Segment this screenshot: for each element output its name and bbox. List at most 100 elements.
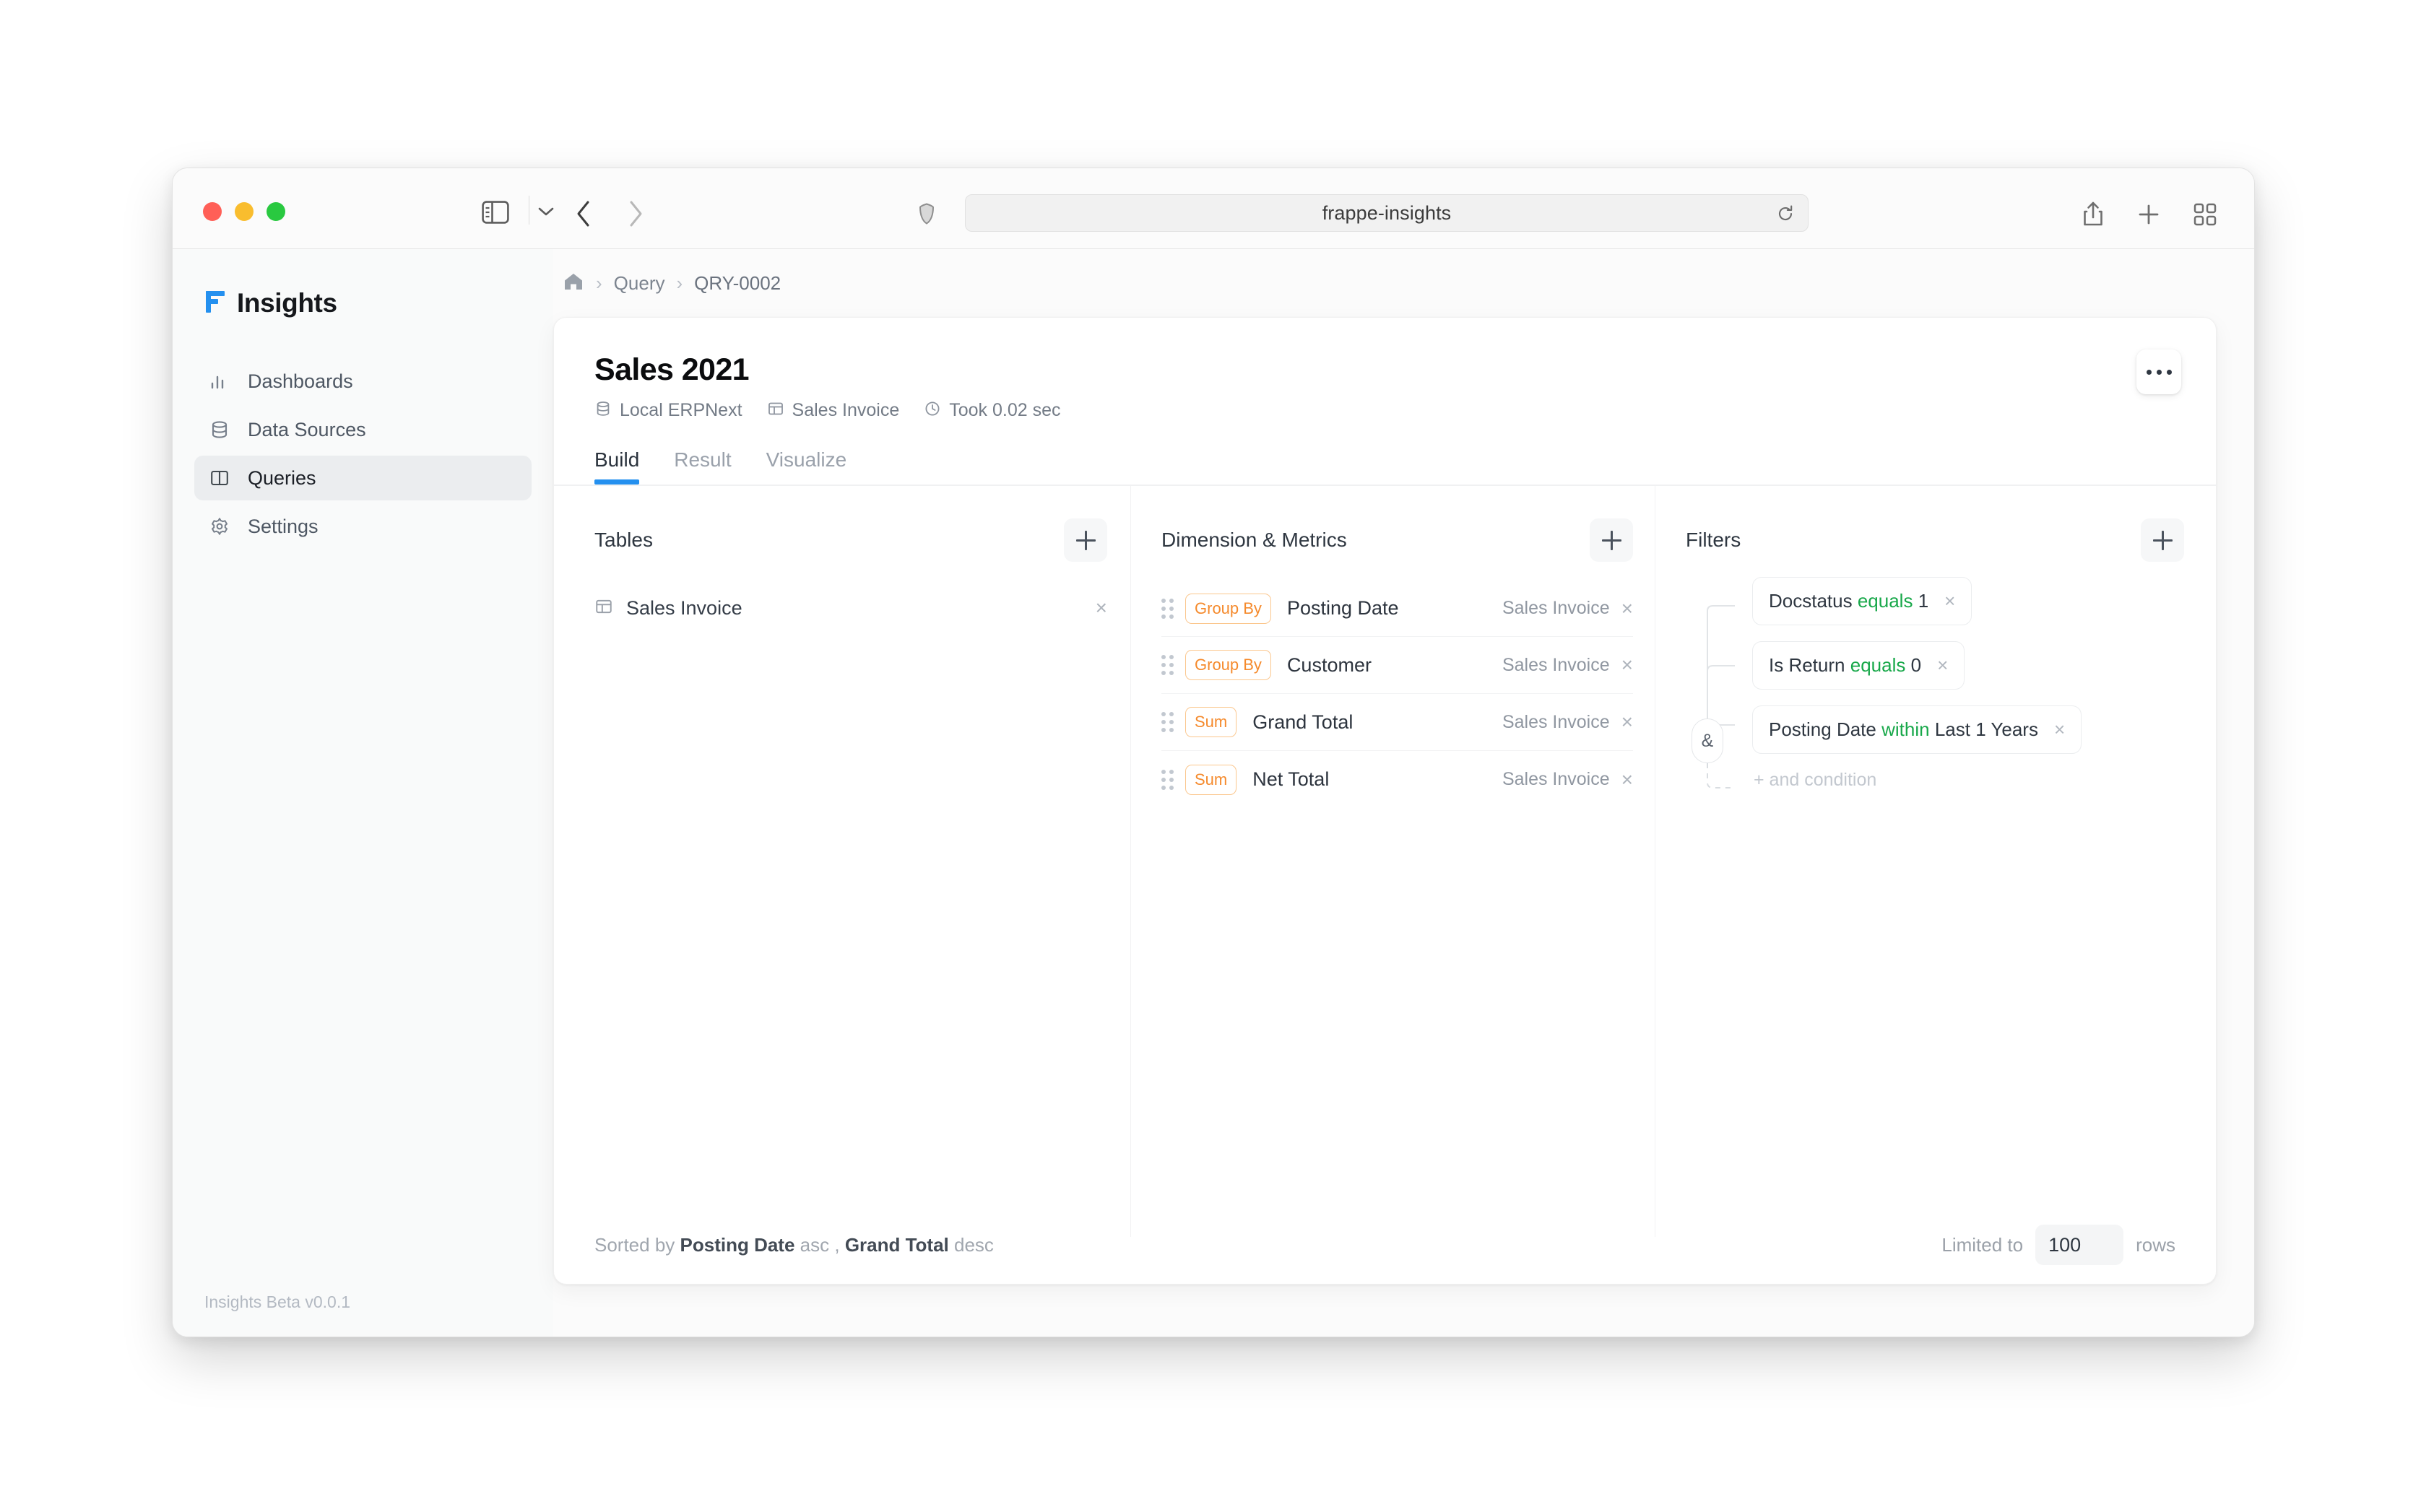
tab-result[interactable]: Result bbox=[674, 448, 731, 485]
dimension-row[interactable]: Sum Grand Total Sales Invoice × bbox=[1161, 694, 1633, 751]
add-dimension-button[interactable] bbox=[1590, 518, 1633, 562]
tables-panel-title: Tables bbox=[594, 529, 653, 551]
filter-operator-node[interactable]: & bbox=[1692, 718, 1723, 763]
maximize-window-button[interactable] bbox=[267, 202, 285, 221]
filter-pill[interactable]: Posting Date within Last 1 Years × bbox=[1752, 705, 2082, 754]
dimensions-list: Group By Posting Date Sales Invoice × Gr… bbox=[1161, 580, 1633, 808]
query-card: Sales 2021 Local ERPNext Sales Invoice T… bbox=[553, 317, 2217, 1285]
add-condition-button[interactable]: + and condition bbox=[1752, 770, 1876, 791]
share-icon[interactable] bbox=[2082, 201, 2104, 231]
bar-chart-icon bbox=[207, 369, 232, 394]
chevron-down-icon[interactable] bbox=[537, 206, 555, 221]
aggregation-badge[interactable]: Group By bbox=[1185, 593, 1271, 624]
sidebar-item-settings[interactable]: Settings bbox=[194, 504, 532, 549]
filter-field: Posting Date bbox=[1769, 718, 1876, 740]
filters-panel-title: Filters bbox=[1686, 529, 1741, 551]
minimize-window-button[interactable] bbox=[235, 202, 254, 221]
tab-visualize[interactable]: Visualize bbox=[766, 448, 847, 485]
kebab-dot-icon bbox=[2146, 369, 2152, 375]
sort-dir-1: asc bbox=[794, 1233, 835, 1256]
meta-label: Local ERPNext bbox=[620, 400, 742, 420]
forward-arrow-icon[interactable] bbox=[626, 200, 645, 231]
insights-logo-icon bbox=[204, 290, 228, 318]
sidebar-item-queries[interactable]: Queries bbox=[194, 456, 532, 500]
sort-field-2: Grand Total bbox=[844, 1233, 949, 1256]
table-icon bbox=[767, 400, 784, 421]
aggregation-badge[interactable]: Group By bbox=[1185, 650, 1271, 680]
remove-table-icon[interactable]: × bbox=[1096, 598, 1107, 618]
drag-handle-icon[interactable] bbox=[1161, 712, 1174, 732]
sidebar-item-label: Settings bbox=[248, 515, 319, 537]
breadcrumb: › Query › QRY-0002 bbox=[553, 249, 2217, 317]
aggregation-badge[interactable]: Sum bbox=[1185, 764, 1237, 795]
sidebar-item-dashboards[interactable]: Dashboards bbox=[194, 359, 532, 404]
breadcrumb-separator: › bbox=[676, 272, 683, 294]
browser-titlebar: frappe-insights bbox=[173, 168, 2254, 249]
remove-dimension-icon[interactable]: × bbox=[1621, 769, 1633, 790]
remove-filter-icon[interactable]: × bbox=[2054, 718, 2065, 741]
filter-expression: Docstatus equals 1 bbox=[1769, 590, 1928, 612]
drag-handle-icon[interactable] bbox=[1161, 598, 1174, 619]
breadcrumb-item-query[interactable]: Query bbox=[614, 272, 665, 295]
reload-icon[interactable] bbox=[1776, 204, 1795, 227]
remove-dimension-icon[interactable]: × bbox=[1621, 655, 1633, 675]
dimensions-panel-title: Dimension & Metrics bbox=[1161, 529, 1347, 551]
remove-filter-icon[interactable]: × bbox=[1944, 590, 1955, 612]
address-bar[interactable]: frappe-insights bbox=[965, 194, 1809, 232]
filter-pill[interactable]: Docstatus equals 1 × bbox=[1752, 577, 1972, 625]
filter-value: 0 bbox=[1910, 654, 1922, 676]
query-header: Sales 2021 Local ERPNext Sales Invoice T… bbox=[554, 318, 2216, 421]
shield-icon[interactable] bbox=[919, 203, 935, 228]
limit-prefix-label: Limited to bbox=[1941, 1233, 2024, 1256]
aggregation-badge[interactable]: Sum bbox=[1185, 707, 1237, 737]
tab-overview-icon[interactable] bbox=[2193, 203, 2217, 230]
kebab-dot-icon bbox=[2156, 369, 2162, 375]
new-tab-button[interactable] bbox=[2138, 204, 2160, 229]
sort-summary: Sorted by Posting Date asc , Grand Total… bbox=[594, 1234, 994, 1256]
remove-filter-icon[interactable]: × bbox=[1937, 654, 1948, 677]
dimension-label: Grand Total bbox=[1252, 711, 1354, 733]
app-brand-title: Insights bbox=[237, 288, 337, 318]
sidebar-version-label: Insights Beta v0.0.1 bbox=[204, 1292, 351, 1311]
dimension-row[interactable]: Group By Posting Date Sales Invoice × bbox=[1161, 580, 1633, 637]
table-row-label: Sales Invoice bbox=[626, 596, 742, 619]
close-window-button[interactable] bbox=[203, 202, 222, 221]
row-limit-control: Limited to rows bbox=[1941, 1225, 2175, 1265]
dimension-label: Customer bbox=[1286, 653, 1372, 676]
filter-pill[interactable]: Is Return equals 0 × bbox=[1752, 641, 1965, 690]
sidebar-item-data-sources[interactable]: Data Sources bbox=[194, 407, 532, 452]
more-options-button[interactable] bbox=[2136, 349, 2181, 394]
browser-window: frappe-insights Insights Dashboards Data… bbox=[172, 168, 2255, 1337]
page-title: Sales 2021 bbox=[594, 352, 750, 387]
breadcrumb-item-current[interactable]: QRY-0002 bbox=[694, 272, 781, 295]
app-brand: Insights bbox=[194, 288, 532, 318]
remove-dimension-icon[interactable]: × bbox=[1621, 712, 1633, 732]
dimension-row[interactable]: Sum Net Total Sales Invoice × bbox=[1161, 751, 1633, 808]
table-row[interactable]: Sales Invoice × bbox=[594, 581, 1107, 635]
builder-columns: Tables Sales Invoice × Dimension & Metri… bbox=[554, 486, 2216, 1237]
remove-dimension-icon[interactable]: × bbox=[1621, 598, 1633, 619]
window-controls bbox=[203, 202, 285, 221]
columns-icon bbox=[207, 466, 232, 490]
sidebar-item-label: Dashboards bbox=[248, 370, 353, 392]
filter-value: 1 bbox=[1918, 590, 1929, 612]
gear-icon bbox=[207, 514, 232, 539]
filter-operator: equals bbox=[1857, 590, 1913, 612]
filters-panel-header: Filters bbox=[1686, 518, 2184, 562]
limit-suffix-label: rows bbox=[2136, 1233, 2175, 1256]
plus-icon bbox=[2152, 530, 2173, 550]
dimensions-panel-header: Dimension & Metrics bbox=[1161, 518, 1633, 562]
home-icon[interactable] bbox=[563, 271, 584, 295]
tab-build[interactable]: Build bbox=[594, 448, 640, 485]
drag-handle-icon[interactable] bbox=[1161, 655, 1174, 675]
add-table-button[interactable] bbox=[1064, 518, 1107, 562]
dimensions-panel: Dimension & Metrics Group By Posting Dat… bbox=[1130, 486, 1655, 1237]
back-arrow-icon[interactable] bbox=[574, 200, 593, 231]
add-filter-button[interactable] bbox=[2141, 518, 2184, 562]
sidebar-toggle-icon[interactable] bbox=[482, 201, 509, 227]
dimension-row[interactable]: Group By Customer Sales Invoice × bbox=[1161, 637, 1633, 694]
sidebar-item-label: Data Sources bbox=[248, 418, 366, 440]
limit-input[interactable] bbox=[2035, 1225, 2124, 1265]
filter-expression: Is Return equals 0 bbox=[1769, 654, 1921, 677]
drag-handle-icon[interactable] bbox=[1161, 769, 1174, 790]
